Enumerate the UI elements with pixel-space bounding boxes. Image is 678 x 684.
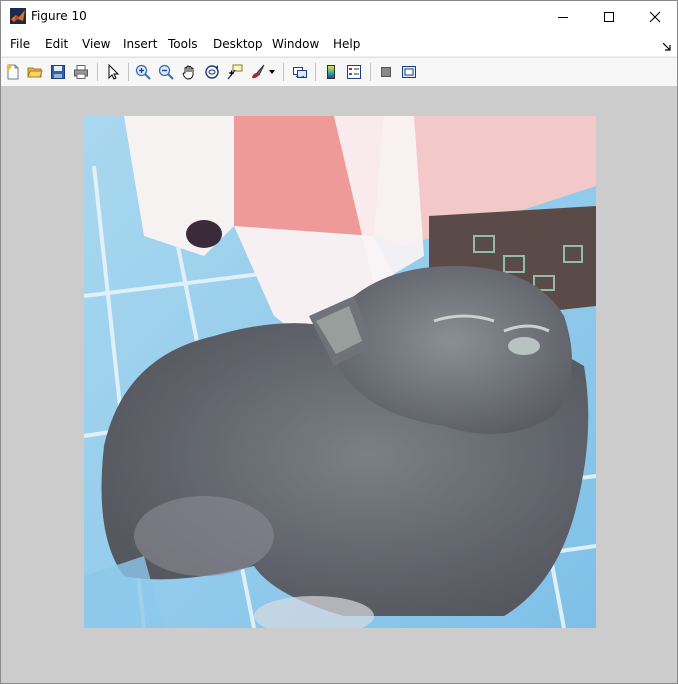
toolbar-separator xyxy=(315,63,316,81)
maximize-button[interactable] xyxy=(586,1,632,32)
minimize-button[interactable] xyxy=(540,1,586,32)
minimize-icon xyxy=(558,16,568,18)
close-icon xyxy=(649,11,661,22)
image-axes[interactable] xyxy=(84,116,596,628)
toolbar-separator xyxy=(97,63,98,81)
cat-photo-image xyxy=(84,116,596,628)
colorbar-icon[interactable] xyxy=(321,62,341,82)
menu-tools[interactable]: Tools xyxy=(168,37,198,51)
close-button[interactable] xyxy=(632,1,678,32)
toolbar-separator xyxy=(128,63,129,81)
figure-canvas[interactable] xyxy=(1,86,677,683)
pan-hand-icon[interactable] xyxy=(179,62,199,82)
zoom-out-icon[interactable] xyxy=(156,62,176,82)
menu-help[interactable]: Help xyxy=(333,37,360,51)
menu-bar: File Edit View Insert Tools Desktop Wind… xyxy=(1,32,677,56)
legend-icon[interactable] xyxy=(344,62,364,82)
save-icon[interactable] xyxy=(48,62,68,82)
toolbar-separator xyxy=(283,63,284,81)
brush-icon[interactable] xyxy=(248,62,268,82)
menu-edit[interactable]: Edit xyxy=(45,37,68,51)
menu-file[interactable]: File xyxy=(10,37,30,51)
toolbar-separator xyxy=(370,63,371,81)
menu-desktop[interactable]: Desktop xyxy=(213,37,263,51)
edit-plot-arrow-icon[interactable] xyxy=(103,62,123,82)
title-bar[interactable]: Figure 10 xyxy=(1,1,677,32)
matlab-logo-icon xyxy=(10,8,26,24)
hide-plot-tools-icon[interactable] xyxy=(376,62,396,82)
figure-toolbar xyxy=(1,57,677,87)
show-plot-tools-icon[interactable] xyxy=(399,62,419,82)
maximize-icon xyxy=(604,11,614,22)
dock-figure-icon[interactable] xyxy=(662,40,671,51)
brush-dropdown-icon[interactable] xyxy=(267,62,277,82)
print-icon[interactable] xyxy=(71,62,91,82)
menu-view[interactable]: View xyxy=(82,37,110,51)
data-cursor-icon[interactable] xyxy=(225,62,245,82)
zoom-in-icon[interactable] xyxy=(133,62,153,82)
open-file-icon[interactable] xyxy=(25,62,45,82)
menu-insert[interactable]: Insert xyxy=(123,37,157,51)
window-title: Figure 10 xyxy=(31,9,87,23)
rotate-3d-icon[interactable] xyxy=(202,62,222,82)
figure-window: Figure 10 File Edit View Insert Tools De… xyxy=(0,0,678,684)
menu-window[interactable]: Window xyxy=(272,37,319,51)
link-plot-icon[interactable] xyxy=(290,62,310,82)
new-figure-icon[interactable] xyxy=(3,62,23,82)
